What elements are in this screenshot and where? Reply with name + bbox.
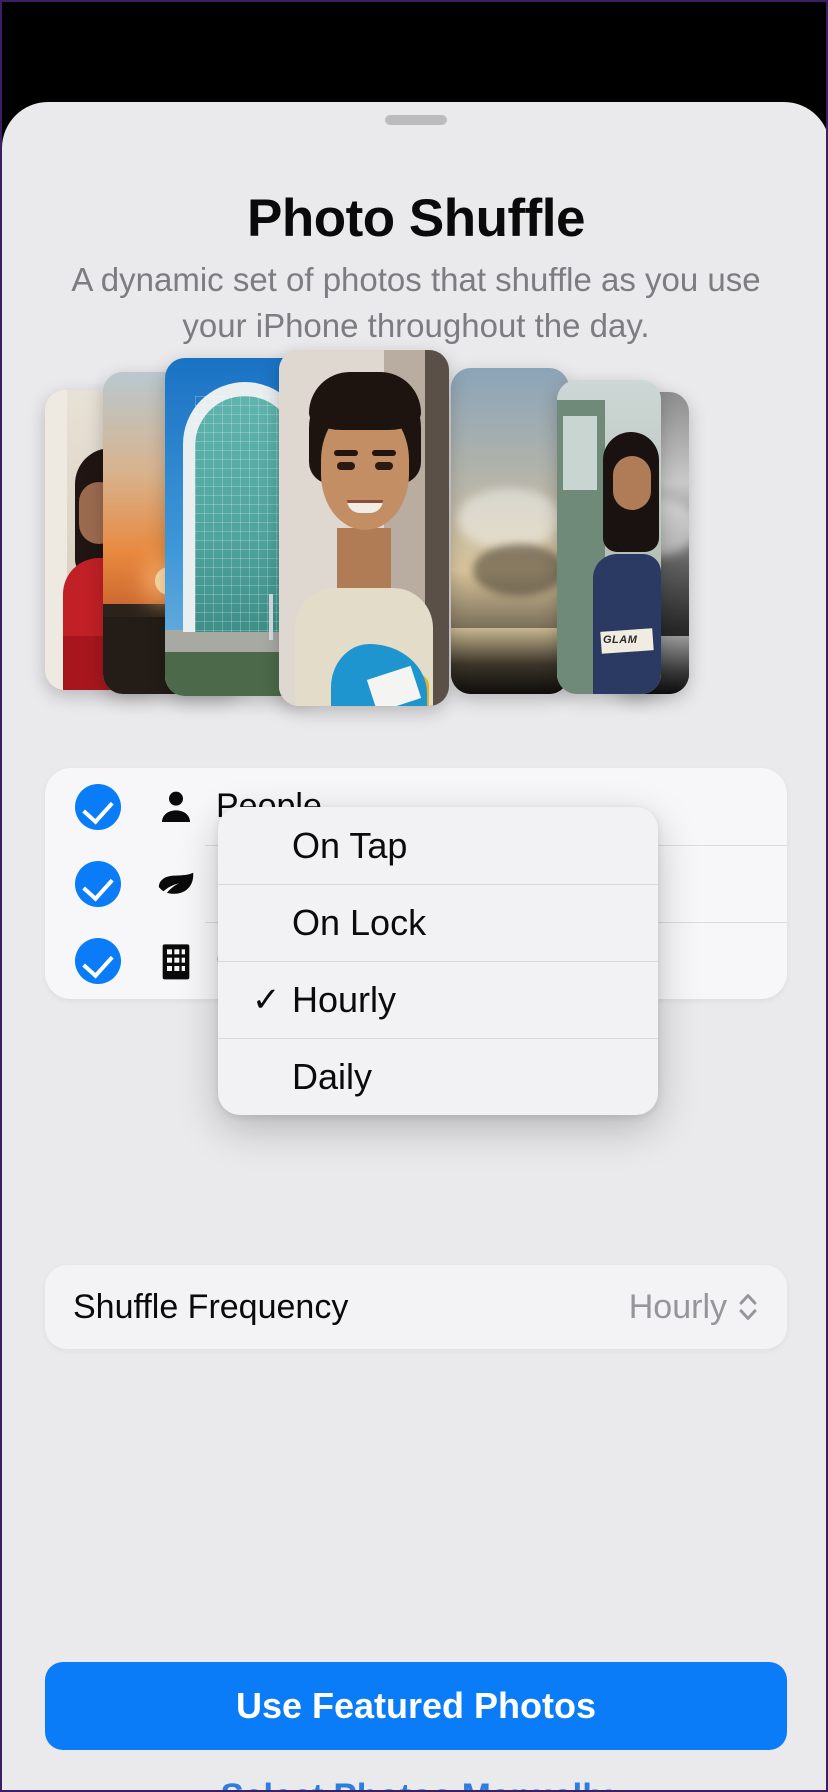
photo-shuffle-sheet: Photo Shuffle A dynamic set of photos th… bbox=[2, 102, 826, 1790]
page-title: Photo Shuffle bbox=[247, 189, 585, 248]
page-subtitle: A dynamic set of photos that shuffle as … bbox=[71, 261, 761, 344]
leaf-icon bbox=[150, 863, 202, 905]
photo-card-5 bbox=[451, 368, 569, 694]
menu-item-on-lock[interactable]: ✓ On Lock bbox=[218, 884, 658, 961]
up-down-chevron-icon[interactable] bbox=[737, 1290, 759, 1324]
menu-item-hourly[interactable]: ✓ Hourly bbox=[218, 961, 658, 1038]
menu-item-label: Hourly bbox=[292, 978, 397, 1020]
photo-card-4-selfie bbox=[279, 350, 449, 706]
menu-item-daily[interactable]: ✓ Daily bbox=[218, 1038, 658, 1115]
menu-item-label: Daily bbox=[292, 1055, 373, 1097]
shuffle-frequency-label: Shuffle Frequency bbox=[73, 1287, 349, 1326]
checkmark-circle-icon[interactable] bbox=[75, 937, 121, 984]
shuffle-frequency-value: Hourly bbox=[628, 1287, 727, 1326]
checkmark-icon: ✓ bbox=[252, 980, 281, 1019]
checkmark-circle-icon[interactable] bbox=[75, 860, 121, 907]
select-photos-manually-button[interactable]: Select Photos Manually bbox=[2, 1777, 826, 1790]
sheet-grabber-handle[interactable] bbox=[385, 115, 447, 125]
checkmark-circle-icon[interactable] bbox=[75, 783, 121, 830]
phone-screen: Photo Shuffle A dynamic set of photos th… bbox=[0, 0, 828, 1792]
menu-item-label: On Tap bbox=[292, 824, 408, 866]
shuffle-frequency-menu: ✓ On Tap ✓ On Lock ✓ Hourly ✓ Daily bbox=[218, 807, 658, 1115]
building-icon bbox=[150, 941, 202, 981]
menu-item-label: On Lock bbox=[292, 901, 427, 943]
use-featured-photos-button[interactable]: Use Featured Photos bbox=[45, 1662, 787, 1750]
photo-preview-fan: GLAM bbox=[2, 350, 826, 706]
menu-item-on-tap[interactable]: ✓ On Tap bbox=[218, 807, 658, 884]
shuffle-frequency-control[interactable]: Hourly bbox=[629, 1288, 759, 1327]
person-icon bbox=[150, 787, 202, 827]
shuffle-frequency-row[interactable]: Shuffle Frequency Hourly bbox=[45, 1265, 787, 1349]
photo-card-6: GLAM bbox=[557, 380, 661, 694]
